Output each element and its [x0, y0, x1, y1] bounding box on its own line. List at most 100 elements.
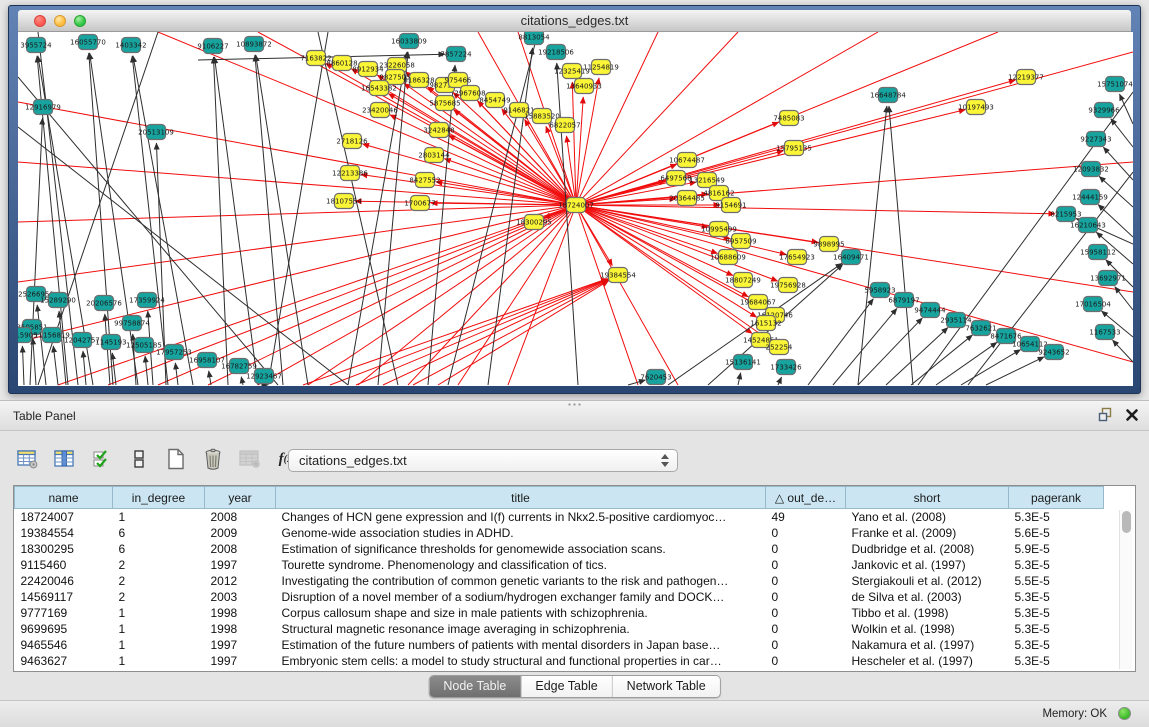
table-cell[interactable]: Tourette syndrome. Phenomenology and cla…: [276, 557, 766, 573]
graph-edge[interactable]: [889, 106, 913, 385]
table-cell[interactable]: 5.9E-5: [1009, 541, 1104, 557]
graph-edge[interactable]: [808, 299, 873, 385]
graph-edge[interactable]: [576, 32, 878, 205]
table-cell[interactable]: 9463627: [15, 653, 113, 669]
table-cell[interactable]: Hescheler et al. (1997): [846, 653, 1009, 669]
graph-edge[interactable]: [53, 346, 58, 385]
graph-edge[interactable]: [738, 373, 741, 385]
table-cell[interactable]: 1997: [205, 637, 276, 653]
graph-edge[interactable]: [576, 32, 658, 205]
close-window-icon[interactable]: [34, 15, 46, 27]
table-cell[interactable]: 1: [113, 605, 205, 621]
table-cell[interactable]: 9699695: [15, 621, 113, 637]
graph-edge[interactable]: [572, 82, 576, 205]
table-cell[interactable]: 14569117: [15, 589, 113, 605]
panel-resize-grip[interactable]: [567, 402, 581, 407]
table-cell[interactable]: 0: [766, 589, 846, 605]
table-cell[interactable]: 9777169: [15, 605, 113, 621]
column-header-name[interactable]: name: [15, 487, 113, 509]
table-settings-icon[interactable]: [16, 447, 40, 471]
graph-edge[interactable]: [303, 279, 608, 385]
table-row[interactable]: 946554611997Estimation of the future num…: [15, 637, 1104, 653]
column-visibility-icon[interactable]: [53, 447, 77, 471]
table-cell[interactable]: 0: [766, 525, 846, 541]
table-cell[interactable]: 1997: [205, 653, 276, 669]
table-cell[interactable]: Corpus callosum shape and size in male p…: [276, 605, 766, 621]
table-cell[interactable]: Jankovic et al. (1997): [846, 557, 1009, 573]
table-cell[interactable]: 6: [113, 525, 205, 541]
graph-edge[interactable]: [858, 106, 887, 385]
table-cell[interactable]: 5.6E-5: [1009, 525, 1104, 541]
table-cell[interactable]: 19384554: [15, 525, 113, 541]
table-source-select[interactable]: citations_edges.txt: [288, 449, 678, 472]
table-cell[interactable]: Genome-wide association studies in ADHD.: [276, 525, 766, 541]
graph-edge[interactable]: [576, 205, 1133, 362]
column-header-out_de[interactable]: △ out_de…: [766, 487, 846, 509]
table-cell[interactable]: 5.3E-5: [1009, 605, 1104, 621]
graph-edge[interactable]: [348, 52, 407, 385]
graph-edge[interactable]: [255, 55, 283, 385]
table-cell[interactable]: 2008: [205, 541, 276, 557]
rows-icon[interactable]: [127, 447, 151, 471]
window-titlebar[interactable]: citations_edges.txt: [18, 10, 1131, 32]
graph-edge[interactable]: [18, 102, 576, 205]
table-cell[interactable]: 1: [113, 653, 205, 669]
tab-node-table[interactable]: Node Table: [429, 676, 521, 697]
column-header-title[interactable]: title: [276, 487, 766, 509]
graph-edge[interactable]: [268, 32, 328, 385]
table-row[interactable]: 969969511998Structural magnetic resonanc…: [15, 621, 1104, 637]
table-cell[interactable]: 1: [113, 637, 205, 653]
table-cell[interactable]: Structural magnetic resonance image aver…: [276, 621, 766, 637]
table-cell[interactable]: 2: [113, 557, 205, 573]
table-cell[interactable]: 0: [766, 637, 846, 653]
graph-edge[interactable]: [778, 377, 782, 385]
graph-edge[interactable]: [30, 118, 42, 385]
graph-edge[interactable]: [308, 205, 576, 385]
table-cell[interactable]: Embryonic stem cells: a model to study s…: [276, 653, 766, 669]
table-cell[interactable]: 2008: [205, 509, 276, 525]
table-cell[interactable]: 9465546: [15, 637, 113, 653]
table-cell[interactable]: 1997: [205, 557, 276, 573]
graph-edge[interactable]: [83, 351, 86, 385]
table-cell[interactable]: Nakamura et al. (1997): [846, 637, 1009, 653]
table-cell[interactable]: 5.3E-5: [1009, 557, 1104, 573]
table-row[interactable]: 1938455462009Genome-wide association stu…: [15, 525, 1104, 541]
table-cell[interactable]: 0: [766, 573, 846, 589]
table-row[interactable]: 1830029562008Estimation of significance …: [15, 541, 1104, 557]
table-cell[interactable]: 49: [766, 509, 846, 525]
table-cell[interactable]: 1: [113, 509, 205, 525]
table-cell[interactable]: 2: [113, 589, 205, 605]
graph-edge[interactable]: [158, 32, 576, 205]
table-cell[interactable]: 1: [113, 621, 205, 637]
graph-edge[interactable]: [576, 205, 733, 275]
graph-edge[interactable]: [58, 205, 576, 385]
table-row[interactable]: 977716911998Corpus callosum shape and si…: [15, 605, 1104, 621]
table-cell[interactable]: 5.3E-5: [1009, 621, 1104, 637]
graph-edge[interactable]: [858, 318, 922, 385]
graph-edge[interactable]: [557, 63, 578, 385]
table-row[interactable]: 911546021997Tourette syndrome. Phenomeno…: [15, 557, 1104, 573]
graph-edge[interactable]: [1099, 176, 1133, 207]
table-row[interactable]: 1872400712008Changes of HCN gene express…: [15, 509, 1104, 525]
table-cell[interactable]: Estimation of the future numbers of pati…: [276, 637, 766, 653]
table-cell[interactable]: 2009: [205, 525, 276, 541]
table-cell[interactable]: 2: [113, 573, 205, 589]
graph-edge[interactable]: [256, 55, 308, 385]
table-cell[interactable]: Changes of HCN gene expression and I(f) …: [276, 509, 766, 525]
close-panel-icon[interactable]: [1125, 408, 1139, 422]
minimize-window-icon[interactable]: [54, 15, 66, 27]
float-panel-icon[interactable]: [1098, 407, 1113, 422]
table-cell[interactable]: 5.3E-5: [1009, 509, 1104, 525]
table-cell[interactable]: de Silva et al. (2003): [846, 589, 1009, 605]
table-row[interactable]: 2242004622012Investigating the contribut…: [15, 573, 1104, 589]
table-cell[interactable]: Stergiakouli et al. (2012): [846, 573, 1009, 589]
citation-network-graph[interactable]: 1872400771638228860128891293423226058982…: [18, 32, 1133, 386]
tab-network-table[interactable]: Network Table: [613, 676, 720, 697]
table-cell[interactable]: Disruption of a novel member of a sodium…: [276, 589, 766, 605]
table-cell[interactable]: 2012: [205, 573, 276, 589]
delete-icon[interactable]: [201, 447, 225, 471]
graph-edge[interactable]: [576, 97, 583, 205]
graph-edge[interactable]: [576, 78, 599, 205]
table-cell[interactable]: 0: [766, 605, 846, 621]
table-cell[interactable]: 9115460: [15, 557, 113, 573]
